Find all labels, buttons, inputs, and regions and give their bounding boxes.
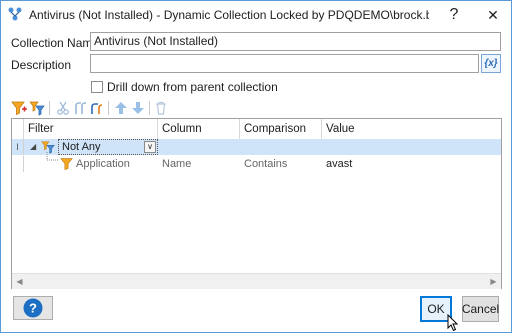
delete-icon[interactable] xyxy=(153,100,169,116)
help-glyph: ? xyxy=(29,301,37,316)
drill-down-label: Drill down from parent collection xyxy=(107,80,278,94)
row-edit-indicator: I xyxy=(12,139,24,155)
drill-down-checkbox[interactable] xyxy=(91,81,103,93)
insert-variable-button[interactable]: {x} xyxy=(481,54,501,73)
cancel-button[interactable]: Cancel xyxy=(462,296,499,322)
tree-connector-line xyxy=(46,152,58,161)
row-column-cell: Name xyxy=(162,158,192,170)
add-filter-icon[interactable] xyxy=(11,100,27,116)
title-bar[interactable]: Antivirus (Not Installed) - Dynamic Coll… xyxy=(1,1,511,29)
close-button[interactable]: ✕ xyxy=(475,1,511,29)
tree-collapse-icon[interactable]: ◢ xyxy=(30,139,36,155)
scroll-right-icon[interactable]: ▶ xyxy=(486,274,501,289)
column-header-value[interactable]: Value xyxy=(322,119,501,139)
table-row[interactable]: Application Name Contains avast xyxy=(12,152,501,172)
collection-name-input[interactable]: Antivirus (Not Installed) xyxy=(90,32,501,51)
filter-funnel-icon xyxy=(60,158,73,170)
copy-icon[interactable] xyxy=(73,100,89,116)
dialog-window: Antivirus (Not Installed) - Dynamic Coll… xyxy=(0,0,512,333)
row-filter-cell: Application xyxy=(76,158,130,170)
window-title: Antivirus (Not Installed) - Dynamic Coll… xyxy=(29,8,429,22)
paste-icon[interactable] xyxy=(89,100,105,116)
group-type-dropdown[interactable]: Not Any ∨ xyxy=(58,139,158,155)
mouse-pointer-icon xyxy=(447,314,459,332)
row-edit-indicator xyxy=(12,156,24,172)
help-button[interactable]: ? xyxy=(13,296,53,320)
row-comparison-cell: Contains xyxy=(244,158,288,170)
horizontal-scrollbar[interactable]: ◀ ▶ xyxy=(12,273,501,289)
column-header-filter[interactable]: Filter xyxy=(24,119,158,139)
group-type-value: Not Any xyxy=(62,141,101,153)
chevron-down-icon[interactable]: ∨ xyxy=(144,141,156,153)
row-value-cell: avast xyxy=(326,158,353,170)
add-group-filter-icon[interactable] xyxy=(29,100,45,116)
grid-header: Filter Column Comparison Value xyxy=(12,119,501,140)
toolbar-separator xyxy=(108,101,109,115)
collection-name-label: Collection Name xyxy=(11,36,100,50)
collection-tree-icon xyxy=(8,7,22,21)
filter-grid: Filter Column Comparison Value I ◢ Not A… xyxy=(11,118,502,289)
description-input[interactable] xyxy=(90,54,479,73)
description-label: Description xyxy=(11,58,72,72)
column-header-comparison[interactable]: Comparison xyxy=(240,119,322,139)
toolbar-separator xyxy=(149,101,150,115)
scroll-left-icon[interactable]: ◀ xyxy=(12,274,27,289)
move-down-icon[interactable] xyxy=(130,100,146,116)
move-up-icon[interactable] xyxy=(113,100,129,116)
column-header-column[interactable]: Column xyxy=(158,119,240,139)
toolbar-separator xyxy=(49,101,50,115)
cut-icon[interactable] xyxy=(55,100,71,116)
filter-toolbar xyxy=(11,98,501,118)
header-indicator-cell xyxy=(12,119,24,139)
title-help-button[interactable]: ? xyxy=(436,1,472,29)
help-icon: ? xyxy=(23,298,43,318)
table-row[interactable]: I ◢ Not Any ∨ xyxy=(12,139,501,155)
